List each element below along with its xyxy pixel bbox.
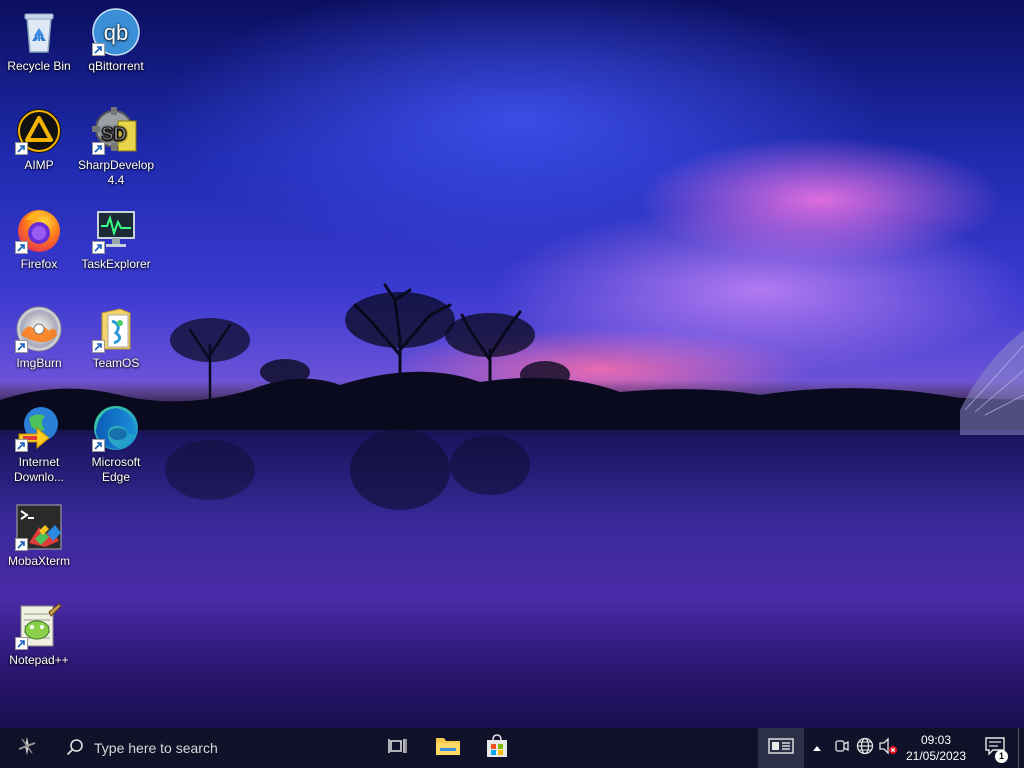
desktop-icon-sharpdevelop[interactable]: SD SharpDevelop 4.4 — [78, 107, 154, 188]
chevron-up-icon — [812, 739, 822, 757]
taskbar-microsoft-store[interactable] — [473, 728, 521, 768]
desktop-icon-internet-download-manager[interactable]: Internet Downlo... — [1, 404, 77, 485]
desktop-icon-label: Internet Downlo... — [13, 455, 65, 484]
show-hidden-icons-button[interactable] — [806, 728, 828, 768]
taskbar-clock[interactable]: 09:03 21/05/2023 — [902, 732, 970, 764]
start-button[interactable] — [0, 728, 54, 768]
shortcut-arrow-icon — [92, 439, 105, 452]
windows-logo-icon — [16, 735, 38, 762]
notification-count-badge: 1 — [995, 750, 1008, 763]
desktop-icon-label: TaskExplorer — [81, 257, 151, 271]
shortcut-arrow-icon — [15, 439, 28, 452]
desktop-icon-notepad-plus-plus[interactable]: Notepad++ — [1, 602, 77, 668]
taskexplorer-icon — [92, 206, 140, 254]
desktop-icon-label: Microsoft Edge — [91, 455, 141, 484]
show-desktop-button[interactable] — [1018, 728, 1024, 768]
desktop-icon-label: Recycle Bin — [7, 59, 71, 73]
search-placeholder: Type here to search — [94, 740, 218, 756]
desktop-icon-label: MobaXterm — [7, 554, 71, 568]
shortcut-arrow-icon — [15, 142, 28, 155]
notepad-plus-plus-icon — [15, 602, 63, 650]
sharpdevelop-icon: SD — [92, 107, 140, 155]
camera-icon — [833, 738, 849, 759]
qbittorrent-glyph-text: qb — [104, 20, 128, 45]
desktop-icon-qbittorrent[interactable]: qb qBittorrent — [78, 8, 154, 74]
desktop-icon-firefox[interactable]: Firefox — [1, 206, 77, 272]
desktop-icon-mobaxterm[interactable]: MobaXterm — [1, 503, 77, 569]
desktop-icon-label: Notepad++ — [9, 653, 69, 667]
microsoft-edge-icon — [92, 404, 140, 452]
search-icon — [66, 738, 84, 759]
sharpdevelop-glyph-text: SD — [101, 124, 126, 144]
clock-time: 09:03 — [920, 733, 952, 747]
imgburn-icon — [15, 305, 63, 353]
speaker-muted-icon — [878, 736, 898, 760]
microsoft-store-icon — [485, 733, 509, 763]
shortcut-arrow-icon — [15, 538, 28, 551]
globe-icon — [856, 737, 874, 760]
shortcut-arrow-icon — [92, 43, 105, 56]
action-center-button[interactable]: 1 — [978, 728, 1012, 768]
shortcut-arrow-icon — [15, 340, 28, 353]
shortcut-arrow-icon — [92, 241, 105, 254]
shortcut-arrow-icon — [92, 142, 105, 155]
file-explorer-icon — [435, 735, 461, 762]
shortcut-arrow-icon — [92, 340, 105, 353]
desktop-icon-label: TeamOS — [92, 356, 140, 370]
desktop-icon-label: qBittorrent — [88, 59, 144, 73]
tray-meet-now[interactable] — [830, 728, 852, 768]
task-view-icon — [388, 737, 408, 760]
taskbar-file-explorer[interactable] — [424, 728, 472, 768]
desktop-icon-label: AIMP — [24, 158, 54, 172]
mobaxterm-icon — [15, 503, 63, 551]
taskbar-search-box[interactable]: Type here to search — [54, 728, 374, 768]
shortcut-arrow-icon — [15, 637, 28, 650]
desktop-icon-microsoft-edge[interactable]: Microsoft Edge — [78, 404, 154, 485]
news-icon — [768, 737, 794, 759]
desktop-icon-label: Firefox — [20, 257, 58, 271]
desktop-icon-label: SharpDevelop 4.4 — [78, 158, 155, 187]
qbittorrent-icon: qb — [92, 8, 140, 56]
firefox-icon — [15, 206, 63, 254]
desktop-icon-imgburn[interactable]: ImgBurn — [1, 305, 77, 371]
desktop-icon-label: ImgBurn — [16, 356, 62, 370]
internet-download-manager-icon — [15, 404, 63, 452]
desktop-icon-recycle-bin[interactable]: Recycle Bin — [1, 8, 77, 74]
aimp-icon — [15, 107, 63, 155]
recycle-bin-icon — [15, 8, 63, 56]
taskbar: Type here to search 09:03 21/05/2023 1 — [0, 728, 1024, 768]
shortcut-arrow-icon — [15, 241, 28, 254]
tray-network[interactable] — [854, 728, 876, 768]
desktop-icon-teamos[interactable]: TeamOS — [78, 305, 154, 371]
desktop-icon-aimp[interactable]: AIMP — [1, 107, 77, 173]
clock-date: 21/05/2023 — [905, 749, 967, 763]
tray-volume[interactable] — [877, 728, 899, 768]
desktop-icon-taskexplorer[interactable]: TaskExplorer — [78, 206, 154, 272]
task-view-button[interactable] — [374, 728, 422, 768]
news-and-interests-button[interactable] — [758, 728, 804, 768]
teamos-icon — [92, 305, 140, 353]
